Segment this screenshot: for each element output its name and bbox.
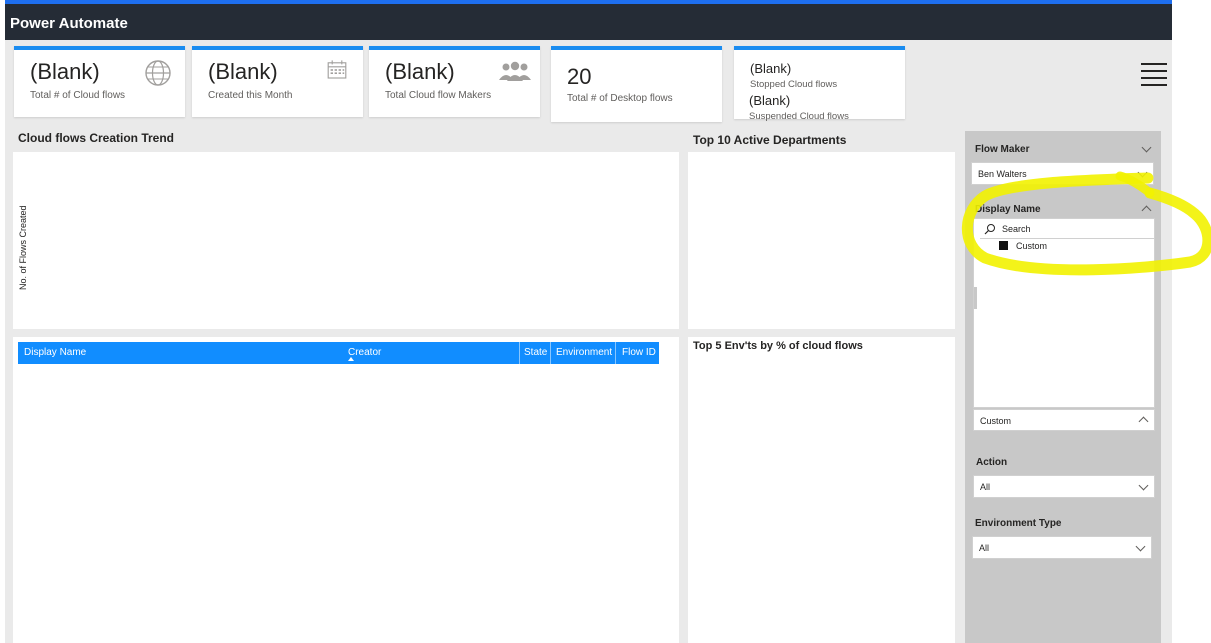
kpi-value: (Blank) (208, 59, 278, 84)
kpi-label-stopped: Stopped Cloud flows (750, 79, 838, 90)
action-value: All (980, 482, 991, 492)
trend-chart-title: Cloud flows Creation Trend (18, 131, 175, 145)
trend-chart-y-axis-label: No. of Flows Created (18, 205, 28, 290)
kpi-card-cloud-flows[interactable]: (Blank) Total # of Cloud flows (14, 46, 185, 117)
filter-label-display-name: Display Name (975, 204, 1041, 215)
kpi-value: (Blank) (385, 59, 455, 84)
globe-icon (145, 60, 171, 86)
column-header-environment[interactable]: Environment (556, 347, 612, 358)
column-divider (615, 342, 616, 364)
filter-label-environment-type: Environment Type (975, 518, 1062, 529)
column-divider (519, 342, 520, 364)
kpi-value: 20 (567, 64, 592, 89)
sort-ascending-icon[interactable] (348, 357, 354, 361)
kpi-label: Created this Month (208, 90, 293, 101)
kpi-card-desktop-flows[interactable]: 20 Total # of Desktop flows (551, 46, 722, 122)
kpi-value-stopped: (Blank) (750, 61, 792, 76)
chevron-down-icon (1137, 167, 1148, 178)
display-name-list: Search Custom (973, 218, 1155, 408)
top-departments-title: Top 10 Active Departments (693, 133, 847, 147)
calendar-icon (327, 60, 347, 79)
chevron-up-icon (1138, 416, 1149, 427)
top-envs-chart[interactable] (688, 337, 955, 643)
column-header-state[interactable]: State (524, 347, 547, 358)
list-item-custom[interactable]: Custom (1016, 241, 1047, 251)
flow-maker-value: Ben Walters (978, 169, 1027, 179)
column-header-flow-id[interactable]: Flow ID (622, 347, 656, 358)
filter-label-flow-maker: Flow Maker (975, 144, 1030, 155)
flow-maker-dropdown[interactable]: Ben Walters (971, 162, 1154, 185)
kpi-value: (Blank) (30, 59, 100, 84)
menu-icon[interactable] (1141, 63, 1167, 87)
table-header: Display Name Creator State Environment F… (18, 342, 659, 364)
filter-label-action: Action (976, 457, 1008, 468)
environment-type-value: All (979, 543, 990, 553)
kpi-card-stopped-suspended[interactable]: (Blank) Stopped Cloud flows (Blank) Susp… (734, 46, 905, 122)
kpi-card-flow-makers[interactable]: (Blank) Total Cloud flow Makers (369, 46, 540, 117)
column-header-display-name[interactable]: Display Name (24, 347, 86, 358)
top-departments-chart[interactable] (688, 152, 955, 329)
kpi-label-suspended: Suspended Cloud flows (749, 111, 849, 122)
display-name-selected-dropdown[interactable]: Custom (973, 409, 1155, 431)
environment-type-dropdown[interactable]: All (972, 536, 1152, 559)
kpi-label: Total Cloud flow Makers (385, 90, 492, 101)
kpi-value-suspended: (Blank) (749, 93, 791, 108)
app-title: Power Automate (10, 15, 128, 32)
display-name-search-input[interactable]: Search (1002, 224, 1031, 234)
kpi-label: Total # of Desktop flows (567, 93, 673, 104)
checkbox-custom[interactable] (999, 241, 1008, 250)
people-icon (499, 61, 531, 81)
display-name-selected-value: Custom (980, 416, 1012, 426)
top-envs-title: Top 5 Env'ts by % of cloud flows (693, 340, 863, 352)
kpi-label: Total # of Cloud flows (30, 90, 126, 101)
kpi-card-created-this-month[interactable]: (Blank) Created this Month (192, 46, 363, 117)
chevron-down-icon (1135, 541, 1146, 552)
chevron-down-icon (1138, 480, 1149, 491)
trend-chart[interactable] (13, 152, 679, 329)
list-scrollbar[interactable] (974, 287, 977, 309)
search-underline (980, 238, 1154, 239)
title-bar: Power Automate (5, 4, 1172, 40)
column-divider (550, 342, 551, 364)
action-dropdown[interactable]: All (973, 475, 1155, 498)
search-icon (984, 224, 995, 235)
flows-table[interactable] (13, 337, 679, 643)
